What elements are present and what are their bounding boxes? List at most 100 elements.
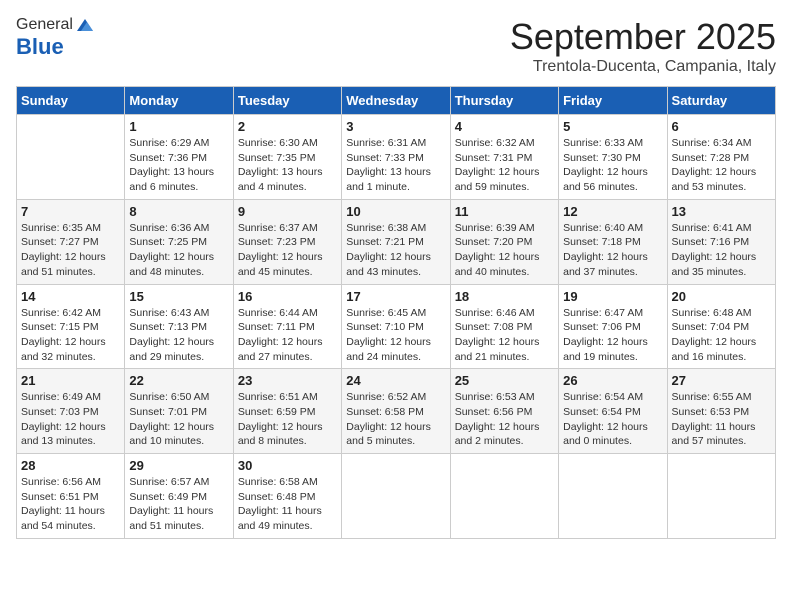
day-info: Sunrise: 6:37 AMSunset: 7:23 PMDaylight:…	[238, 221, 337, 280]
day-info: Sunrise: 6:39 AMSunset: 7:20 PMDaylight:…	[455, 221, 554, 280]
day-info: Sunrise: 6:55 AMSunset: 6:53 PMDaylight:…	[672, 390, 771, 449]
day-info: Sunrise: 6:58 AMSunset: 6:48 PMDaylight:…	[238, 475, 337, 534]
day-info: Sunrise: 6:35 AMSunset: 7:27 PMDaylight:…	[21, 221, 120, 280]
day-number: 25	[455, 373, 554, 388]
header-tuesday: Tuesday	[233, 87, 341, 115]
day-number: 24	[346, 373, 445, 388]
day-number: 14	[21, 289, 120, 304]
calendar-cell	[559, 454, 667, 539]
calendar-cell: 29 Sunrise: 6:57 AMSunset: 6:49 PMDayligh…	[125, 454, 233, 539]
day-number: 23	[238, 373, 337, 388]
calendar-cell: 28 Sunrise: 6:56 AMSunset: 6:51 PMDayligh…	[17, 454, 125, 539]
calendar-cell: 5 Sunrise: 6:33 AMSunset: 7:30 PMDaylight…	[559, 115, 667, 200]
day-info: Sunrise: 6:34 AMSunset: 7:28 PMDaylight:…	[672, 136, 771, 195]
calendar-cell: 10 Sunrise: 6:38 AMSunset: 7:21 PMDayligh…	[342, 199, 450, 284]
header-wednesday: Wednesday	[342, 87, 450, 115]
day-info: Sunrise: 6:29 AMSunset: 7:36 PMDaylight:…	[129, 136, 228, 195]
day-info: Sunrise: 6:50 AMSunset: 7:01 PMDaylight:…	[129, 390, 228, 449]
day-number: 12	[563, 204, 662, 219]
day-info: Sunrise: 6:43 AMSunset: 7:13 PMDaylight:…	[129, 306, 228, 365]
calendar-cell	[17, 115, 125, 200]
day-info: Sunrise: 6:30 AMSunset: 7:35 PMDaylight:…	[238, 136, 337, 195]
calendar-cell	[667, 454, 775, 539]
day-number: 20	[672, 289, 771, 304]
day-number: 29	[129, 458, 228, 473]
day-number: 28	[21, 458, 120, 473]
calendar-cell: 14 Sunrise: 6:42 AMSunset: 7:15 PMDayligh…	[17, 284, 125, 369]
calendar-table: SundayMondayTuesdayWednesdayThursdayFrid…	[16, 86, 776, 539]
calendar-cell: 7 Sunrise: 6:35 AMSunset: 7:27 PMDaylight…	[17, 199, 125, 284]
calendar-cell: 4Sunrise: 6:32 AMSunset: 7:31 PMDaylight…	[450, 115, 558, 200]
calendar-cell: 13Sunrise: 6:41 AMSunset: 7:16 PMDayligh…	[667, 199, 775, 284]
calendar-cell: 2 Sunrise: 6:30 AMSunset: 7:35 PMDaylight…	[233, 115, 341, 200]
calendar-cell: 19 Sunrise: 6:47 AMSunset: 7:06 PMDayligh…	[559, 284, 667, 369]
day-info: Sunrise: 6:38 AMSunset: 7:21 PMDaylight:…	[346, 221, 445, 280]
header-friday: Friday	[559, 87, 667, 115]
day-info: Sunrise: 6:52 AMSunset: 6:58 PMDaylight:…	[346, 390, 445, 449]
logo-general-text: General	[16, 16, 73, 34]
day-number: 17	[346, 289, 445, 304]
day-number: 27	[672, 373, 771, 388]
day-info: Sunrise: 6:49 AMSunset: 7:03 PMDaylight:…	[21, 390, 120, 449]
calendar-cell: 22 Sunrise: 6:50 AMSunset: 7:01 PMDayligh…	[125, 369, 233, 454]
calendar-cell: 3Sunrise: 6:31 AMSunset: 7:33 PMDaylight…	[342, 115, 450, 200]
header-saturday: Saturday	[667, 87, 775, 115]
header-monday: Monday	[125, 87, 233, 115]
day-number: 18	[455, 289, 554, 304]
day-number: 16	[238, 289, 337, 304]
day-number: 8	[129, 204, 228, 219]
day-info: Sunrise: 6:51 AMSunset: 6:59 PMDaylight:…	[238, 390, 337, 449]
calendar-header: SundayMondayTuesdayWednesdayThursdayFrid…	[17, 87, 776, 115]
day-info: Sunrise: 6:54 AMSunset: 6:54 PMDaylight:…	[563, 390, 662, 449]
header-sunday: Sunday	[17, 87, 125, 115]
calendar-cell: 15 Sunrise: 6:43 AMSunset: 7:13 PMDayligh…	[125, 284, 233, 369]
day-number: 9	[238, 204, 337, 219]
day-number: 26	[563, 373, 662, 388]
page-header: General Blue September 2025 Trentola-Duc…	[16, 16, 776, 76]
calendar-cell: 24 Sunrise: 6:52 AMSunset: 6:58 PMDayligh…	[342, 369, 450, 454]
calendar-cell	[342, 454, 450, 539]
calendar-cell: 25 Sunrise: 6:53 AMSunset: 6:56 PMDayligh…	[450, 369, 558, 454]
day-number: 19	[563, 289, 662, 304]
day-number: 13	[672, 204, 771, 219]
logo-icon	[75, 17, 95, 33]
calendar-cell: 18 Sunrise: 6:46 AMSunset: 7:08 PMDayligh…	[450, 284, 558, 369]
calendar-cell: 23 Sunrise: 6:51 AMSunset: 6:59 PMDayligh…	[233, 369, 341, 454]
calendar-cell	[450, 454, 558, 539]
location-title: Trentola-Ducenta, Campania, Italy	[510, 58, 776, 76]
day-number: 2	[238, 119, 337, 134]
calendar-cell: 11 Sunrise: 6:39 AMSunset: 7:20 PMDayligh…	[450, 199, 558, 284]
day-number: 30	[238, 458, 337, 473]
day-number: 3	[346, 119, 445, 134]
calendar-cell: 16 Sunrise: 6:44 AMSunset: 7:11 PMDayligh…	[233, 284, 341, 369]
title-area: September 2025 Trentola-Ducenta, Campani…	[510, 16, 776, 76]
day-info: Sunrise: 6:57 AMSunset: 6:49 PMDaylight:…	[129, 475, 228, 534]
day-number: 4	[455, 119, 554, 134]
calendar-cell: 21 Sunrise: 6:49 AMSunset: 7:03 PMDayligh…	[17, 369, 125, 454]
header-thursday: Thursday	[450, 87, 558, 115]
day-number: 11	[455, 204, 554, 219]
calendar-cell: 1 Sunrise: 6:29 AMSunset: 7:36 PMDaylight…	[125, 115, 233, 200]
day-number: 21	[21, 373, 120, 388]
day-info: Sunrise: 6:45 AMSunset: 7:10 PMDaylight:…	[346, 306, 445, 365]
calendar-cell: 26 Sunrise: 6:54 AMSunset: 6:54 PMDayligh…	[559, 369, 667, 454]
day-number: 7	[21, 204, 120, 219]
month-title: September 2025	[510, 16, 776, 58]
calendar-cell: 8Sunrise: 6:36 AMSunset: 7:25 PMDaylight…	[125, 199, 233, 284]
day-info: Sunrise: 6:56 AMSunset: 6:51 PMDaylight:…	[21, 475, 120, 534]
day-number: 15	[129, 289, 228, 304]
logo: General Blue	[16, 16, 95, 60]
day-info: Sunrise: 6:47 AMSunset: 7:06 PMDaylight:…	[563, 306, 662, 365]
calendar-cell: 9 Sunrise: 6:37 AMSunset: 7:23 PMDaylight…	[233, 199, 341, 284]
day-info: Sunrise: 6:42 AMSunset: 7:15 PMDaylight:…	[21, 306, 120, 365]
day-info: Sunrise: 6:53 AMSunset: 6:56 PMDaylight:…	[455, 390, 554, 449]
day-number: 1	[129, 119, 228, 134]
day-number: 10	[346, 204, 445, 219]
day-info: Sunrise: 6:44 AMSunset: 7:11 PMDaylight:…	[238, 306, 337, 365]
day-info: Sunrise: 6:33 AMSunset: 7:30 PMDaylight:…	[563, 136, 662, 195]
day-number: 5	[563, 119, 662, 134]
day-number: 22	[129, 373, 228, 388]
calendar-cell: 20Sunrise: 6:48 AMSunset: 7:04 PMDayligh…	[667, 284, 775, 369]
day-info: Sunrise: 6:46 AMSunset: 7:08 PMDaylight:…	[455, 306, 554, 365]
calendar-cell: 27 Sunrise: 6:55 AMSunset: 6:53 PMDayligh…	[667, 369, 775, 454]
